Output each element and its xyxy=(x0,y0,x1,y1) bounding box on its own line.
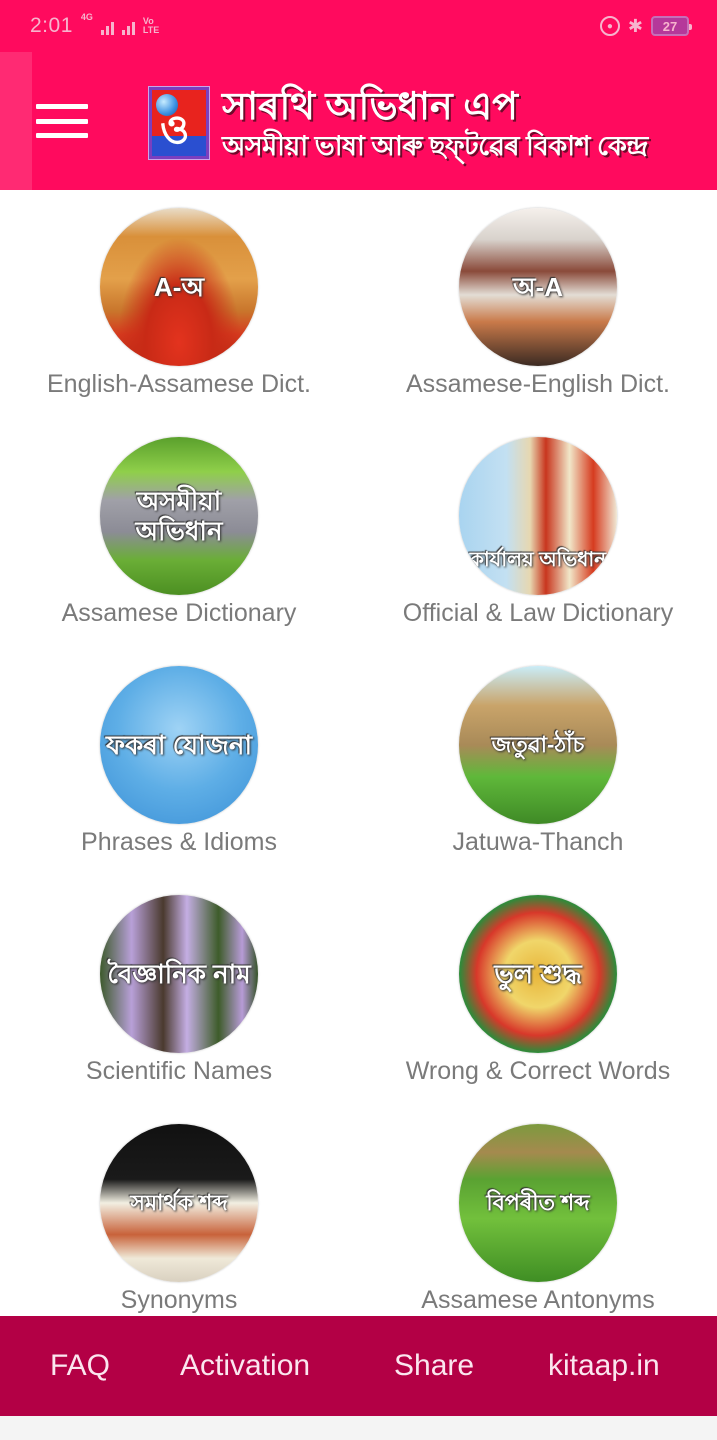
tile-phrases-idioms[interactable]: ফকৰা যোজনা Phrases & Idioms xyxy=(0,648,358,878)
nav-share[interactable]: Share xyxy=(394,1316,474,1416)
antonyms-thumbnail: বিপৰীত শব্দ xyxy=(459,1124,617,1282)
bluetooth-icon: ✱ xyxy=(627,15,643,36)
thumb-caption: অসমীয়া অভিধান xyxy=(135,486,223,546)
nav-faq[interactable]: FAQ xyxy=(50,1316,110,1416)
tile-assamese-english-dict[interactable]: অ-A Assamese-English Dict. xyxy=(359,190,717,420)
battery-icon: 27 xyxy=(651,16,692,36)
tile-assamese-dictionary[interactable]: অসমীয়া অভিধান Assamese Dictionary xyxy=(0,419,358,649)
thumb-caption: সমাৰ্থক শব্দ xyxy=(130,1190,228,1215)
thumb-caption: ভুল শুদ্ধ xyxy=(494,959,582,989)
scientific-names-thumbnail: বৈজ্ঞানিক নাম xyxy=(100,895,258,1053)
rotation-lock-icon: ● xyxy=(599,16,620,36)
tile-wrong-correct-words[interactable]: ভুল শুদ্ধ Wrong & Correct Words xyxy=(359,877,717,1107)
menu-line xyxy=(36,118,88,124)
tile-jatuwa-thanch[interactable]: জতুৱা-ঠাঁচ Jatuwa-Thanch xyxy=(359,648,717,878)
wrong-correct-thumbnail: ভুল শুদ্ধ xyxy=(459,895,617,1053)
network-type-label: 4G xyxy=(80,12,93,22)
thumb-caption: A-অ xyxy=(154,272,204,302)
thumb-caption: ফকৰা যোজনা xyxy=(106,730,252,760)
drawer-edge xyxy=(0,52,32,190)
assamese-english-thumbnail: অ-A xyxy=(459,208,617,366)
tile-label: English-Assamese Dict. xyxy=(47,370,311,398)
menu-line xyxy=(36,104,88,109)
hamburger-menu-icon[interactable] xyxy=(36,104,88,138)
nav-kitaap-link[interactable]: kitaap.in xyxy=(548,1316,660,1416)
status-right: ● ✱ 27 xyxy=(599,15,692,37)
tile-label: Assamese-English Dict. xyxy=(406,370,670,398)
battery-level: 27 xyxy=(662,18,678,34)
tile-scientific-names[interactable]: বৈজ্ঞানিক নাম Scientific Names xyxy=(0,877,358,1107)
tile-english-assamese-dict[interactable]: A-অ English-Assamese Dict. xyxy=(0,190,358,420)
tile-official-law-dictionary[interactable]: কাৰ্যালয় অভিধান Official & Law Dictiona… xyxy=(359,419,717,649)
volte-icon: Vo LTE xyxy=(143,17,159,35)
status-time: 2:01 xyxy=(30,14,73,37)
tile-label: Wrong & Correct Words xyxy=(405,1057,671,1085)
thumb-caption: অ-A xyxy=(513,272,563,302)
thumb-caption: বিপৰীত শব্দ xyxy=(486,1190,590,1215)
tile-synonyms[interactable]: সমাৰ্থক শব্দ Synonyms xyxy=(0,1106,358,1316)
tile-assamese-antonyms[interactable]: বিপৰীত শব্দ Assamese Antonyms xyxy=(359,1106,717,1316)
assamese-dictionary-thumbnail: অসমীয়া অভিধান xyxy=(100,437,258,595)
tile-label: Assamese Dictionary xyxy=(61,599,297,627)
jatuwa-thanch-thumbnail: জতুৱা-ঠাঁচ xyxy=(459,666,617,824)
volte-bottom: LTE xyxy=(142,25,160,35)
bottom-nav: FAQ Activation Share kitaap.in xyxy=(0,1316,717,1416)
tile-label: Assamese Antonyms xyxy=(421,1286,655,1314)
signal-icon xyxy=(100,17,114,35)
system-nav-area xyxy=(0,1416,717,1440)
app-screen: 2:01 4G Vo LTE ● ✱ 27 ও সাৰথি অভিধান এপ … xyxy=(0,0,717,1440)
tile-label: Jatuwa-Thanch xyxy=(452,828,624,856)
nav-activation[interactable]: Activation xyxy=(180,1316,310,1416)
thumb-caption: জতুৱা-ঠাঁচ xyxy=(491,732,585,757)
app-title: সাৰথি অভিধান এপ xyxy=(222,86,518,128)
app-header: ও সাৰথি অভিধান এপ অসমীয়া ভাষা আৰু ছফ্‌ট… xyxy=(0,52,717,190)
menu-line xyxy=(36,133,88,138)
app-logo: ও xyxy=(148,86,210,160)
tile-label: Official & Law Dictionary xyxy=(402,599,674,627)
tile-label: Phrases & Idioms xyxy=(81,828,277,856)
thumb-caption: বৈজ্ঞানিক নাম xyxy=(107,959,251,989)
phrases-idioms-thumbnail: ফকৰা যোজনা xyxy=(100,666,258,824)
english-assamese-thumbnail: A-অ xyxy=(100,208,258,366)
status-left: 2:01 4G Vo LTE xyxy=(30,12,159,38)
feature-grid: A-অ English-Assamese Dict. অ-A Assamese-… xyxy=(0,190,717,1316)
status-bar: 2:01 4G Vo LTE ● ✱ 27 xyxy=(0,0,717,52)
official-law-thumbnail: কাৰ্যালয় অভিধান xyxy=(459,437,617,595)
logo-glyph: ও xyxy=(160,108,190,152)
tile-label: Synonyms xyxy=(120,1286,238,1314)
signal-icon xyxy=(121,17,135,35)
app-subtitle: অসমীয়া ভাষা আৰু ছফ্‌টৱেৰ বিকাশ কেন্দ্ৰ xyxy=(222,131,648,161)
tile-label: Scientific Names xyxy=(85,1057,273,1085)
logo-inner: ও xyxy=(152,90,206,156)
synonyms-thumbnail: সমাৰ্থক শব্দ xyxy=(100,1124,258,1282)
thumb-caption: কাৰ্যালয় অভিধান xyxy=(469,549,607,572)
